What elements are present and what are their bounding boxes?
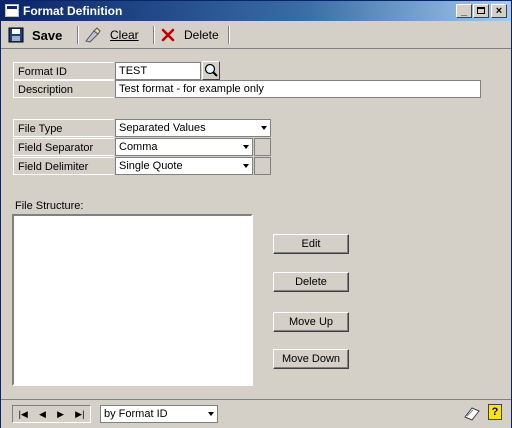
description-field[interactable]: Test format - for example only (115, 80, 481, 98)
chevron-down-icon (243, 164, 249, 168)
format-id-field[interactable]: TEST (115, 62, 201, 80)
chevron-down-icon (208, 412, 214, 416)
first-record-icon[interactable]: |◀ (19, 409, 28, 420)
window-title: Format Definition (23, 4, 123, 18)
save-icon (8, 27, 24, 43)
record-navigator: |◀ ◀ ▶ ▶| (12, 405, 91, 423)
note-icon[interactable] (463, 405, 481, 421)
delete-icon (161, 28, 175, 42)
next-record-icon[interactable]: ▶ (57, 409, 64, 420)
move-up-button[interactable]: Move Up (273, 312, 349, 332)
sort-order-dropdown[interactable]: by Format ID (100, 405, 218, 423)
sort-order-value: by Format ID (104, 408, 168, 420)
delete-label: Delete (184, 28, 219, 42)
previous-record-icon[interactable]: ◀ (39, 409, 46, 420)
field-delimiter-filler (254, 157, 271, 175)
description-label: Description (13, 80, 114, 98)
minimize-button[interactable]: _ (456, 4, 472, 18)
field-delimiter-label: Field Delimiter (13, 157, 114, 175)
edit-button[interactable]: Edit (273, 234, 349, 254)
file-type-value: Separated Values (119, 122, 206, 134)
file-type-label: File Type (13, 119, 114, 137)
field-delimiter-dropdown[interactable]: Single Quote (115, 157, 253, 175)
format-id-label: Format ID (13, 62, 114, 80)
toolbar-separator (153, 26, 155, 44)
clear-button[interactable]: Clear (84, 25, 139, 45)
delete-line-button[interactable]: Delete (273, 272, 349, 292)
toolbar: Save Clear Delete (1, 22, 511, 49)
field-separator-filler (254, 138, 271, 156)
maximize-button[interactable] (473, 4, 489, 18)
chevron-down-icon (261, 126, 267, 130)
chevron-down-icon (243, 145, 249, 149)
clear-label: Clear (110, 28, 139, 42)
save-button[interactable]: Save (8, 25, 62, 45)
field-separator-label: Field Separator (13, 138, 114, 156)
toolbar-separator (228, 26, 230, 44)
last-record-icon[interactable]: ▶| (75, 409, 84, 420)
lookup-icon (204, 63, 218, 77)
clear-icon (85, 27, 101, 43)
file-structure-list[interactable] (12, 214, 253, 386)
field-separator-dropdown[interactable]: Comma (115, 138, 253, 156)
move-down-button[interactable]: Move Down (273, 349, 349, 369)
field-delimiter-value: Single Quote (119, 160, 183, 172)
window-icon (5, 4, 19, 17)
lookup-button[interactable] (202, 61, 220, 80)
save-label: Save (32, 27, 63, 43)
status-bar: |◀ ◀ ▶ ▶| by Format ID ? (1, 399, 511, 428)
toolbar-separator (77, 26, 79, 44)
delete-button[interactable]: Delete (160, 25, 219, 45)
help-icon[interactable]: ? (488, 404, 502, 420)
close-button[interactable]: × (491, 4, 507, 18)
format-definition-window: Format Definition _ × Save Clear Delete … (0, 0, 512, 428)
field-separator-value: Comma (119, 141, 158, 153)
file-structure-label: File Structure: (15, 200, 84, 212)
file-type-dropdown[interactable]: Separated Values (115, 119, 271, 137)
title-bar: Format Definition _ × (1, 1, 511, 21)
